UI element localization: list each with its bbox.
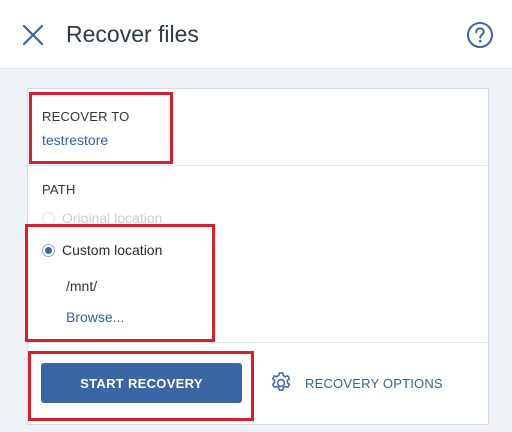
recover-to-label: RECOVER TO	[42, 109, 130, 124]
original-location-label: Original location	[62, 210, 163, 226]
recover-to-value[interactable]: testrestore	[42, 132, 108, 148]
close-icon	[22, 24, 44, 46]
browse-link[interactable]: Browse...	[66, 309, 124, 325]
custom-location-label: Custom location	[62, 242, 163, 258]
path-label: PATH	[42, 182, 76, 197]
gear-icon	[271, 372, 291, 391]
dialog-header: Recover files	[0, 0, 512, 69]
close-button[interactable]	[21, 23, 45, 47]
page-title: Recover files	[66, 21, 199, 47]
recovery-panel: RECOVER TO testrestore PATH Original loc…	[27, 88, 489, 425]
start-recovery-button[interactable]: START RECOVERY	[41, 363, 242, 403]
recovery-options-button[interactable]: RECOVERY OPTIONS	[269, 371, 443, 395]
help-button[interactable]	[466, 21, 494, 49]
original-location-radio[interactable]	[42, 211, 55, 225]
recovery-options-label: RECOVERY OPTIONS	[305, 375, 443, 391]
help-icon	[467, 22, 493, 48]
path-section: PATH Original location Custom location /…	[28, 166, 488, 343]
original-location-option[interactable]: Original location	[42, 210, 162, 226]
custom-location-radio[interactable]	[42, 243, 55, 257]
recover-to-section: RECOVER TO testrestore	[28, 89, 488, 166]
actions-section: START RECOVERY RECOVERY OPTIONS	[28, 343, 488, 424]
custom-path-value: /mnt/	[66, 278, 98, 294]
custom-location-option[interactable]: Custom location	[42, 242, 162, 258]
